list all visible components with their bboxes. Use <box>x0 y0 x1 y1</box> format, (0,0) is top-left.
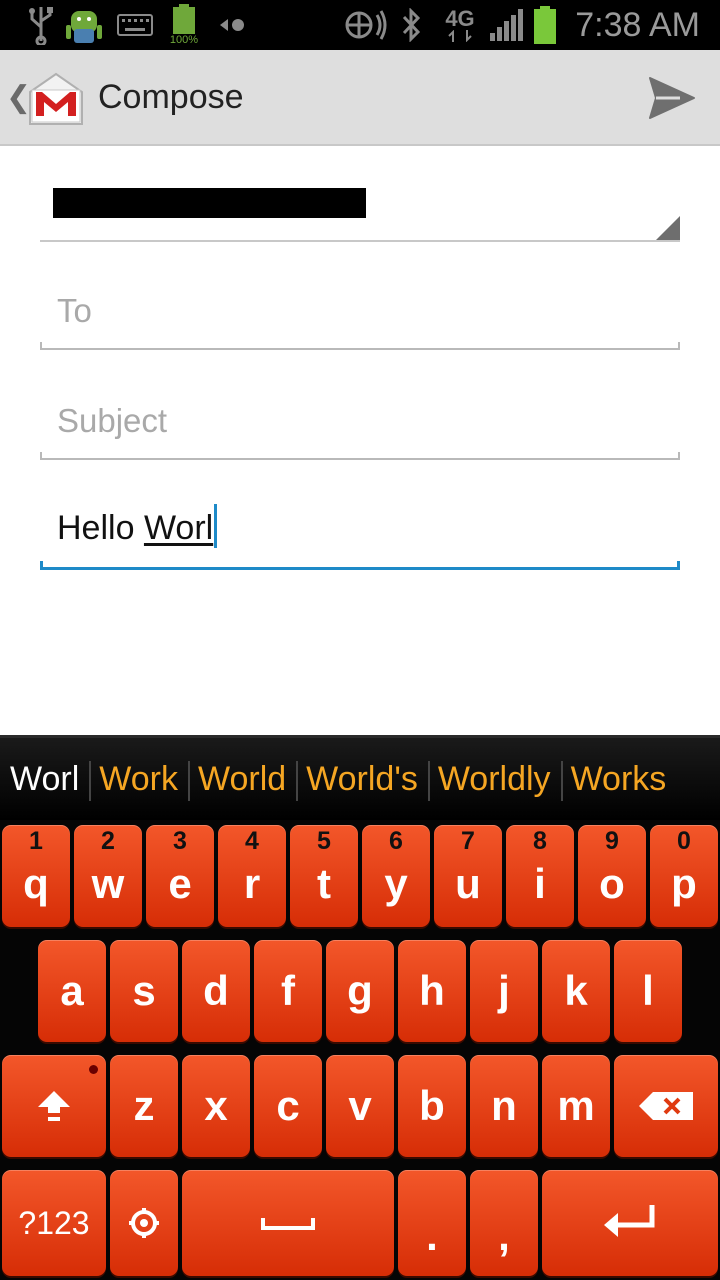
soft-keyboard: Worl Work World World's Worldly Works 1q… <box>0 735 720 1280</box>
subject-field[interactable]: Subject <box>40 390 680 460</box>
space-icon <box>261 1218 315 1230</box>
key-j[interactable]: j <box>470 940 538 1042</box>
key-a[interactable]: a <box>38 940 106 1042</box>
shift-key[interactable] <box>2 1055 106 1157</box>
body-text: Hello Worl <box>57 504 218 548</box>
send-icon[interactable] <box>646 72 698 124</box>
suggestion-item[interactable]: World <box>187 738 296 820</box>
composing-word: Worl <box>143 509 214 547</box>
comma-key[interactable]: , <box>470 1170 538 1276</box>
symbols-key[interactable]: ?123 <box>2 1170 106 1276</box>
suggestion-item[interactable]: Work <box>89 738 188 820</box>
text-cursor <box>214 504 218 548</box>
key-b[interactable]: b <box>398 1055 466 1157</box>
suggestion-item[interactable]: World's <box>296 738 428 820</box>
key-t[interactable]: 5t <box>290 825 358 927</box>
bluetooth-icon <box>398 0 424 50</box>
data-sync-icon <box>216 0 250 50</box>
key-q[interactable]: 1q <box>2 825 70 927</box>
body-field[interactable]: Hello Worl <box>40 500 680 570</box>
key-n[interactable]: n <box>470 1055 538 1157</box>
nfc-icon <box>340 0 390 50</box>
backspace-icon <box>639 1092 693 1120</box>
key-w[interactable]: 2w <box>74 825 142 927</box>
period-key[interactable]: . <box>398 1170 466 1276</box>
keyboard-icon <box>116 0 154 50</box>
signal-icon <box>488 0 524 50</box>
key-e[interactable]: 3e <box>146 825 214 927</box>
backspace-key[interactable] <box>614 1055 718 1157</box>
key-d[interactable]: d <box>182 940 250 1042</box>
clock: 7:38 AM <box>575 6 700 44</box>
settings-key[interactable] <box>110 1170 178 1276</box>
key-l[interactable]: l <box>614 940 682 1042</box>
space-key[interactable] <box>182 1170 394 1276</box>
key-k[interactable]: k <box>542 940 610 1042</box>
key-i[interactable]: 8i <box>506 825 574 927</box>
key-o[interactable]: 9o <box>578 825 646 927</box>
page-title: Compose <box>98 78 244 116</box>
battery-full-icon: 100% <box>166 0 202 50</box>
gmail-icon[interactable] <box>26 70 86 128</box>
shift-arrow-icon <box>38 1091 70 1121</box>
to-field[interactable]: To <box>40 280 680 350</box>
suggestion-item[interactable]: Works <box>560 738 677 820</box>
redacted-from-address <box>53 188 366 218</box>
key-h[interactable]: h <box>398 940 466 1042</box>
key-y[interactable]: 6y <box>362 825 430 927</box>
dropdown-triangle-icon <box>656 216 680 240</box>
4g-lte-icon: 4G <box>436 0 484 50</box>
suggestion-strip: Worl Work World World's Worldly Works <box>0 735 720 820</box>
key-p[interactable]: 0p <box>650 825 718 927</box>
action-bar: ❮ Compose <box>0 50 720 146</box>
shift-indicator-dot <box>89 1065 98 1074</box>
key-v[interactable]: v <box>326 1055 394 1157</box>
from-account-spinner[interactable] <box>40 170 680 242</box>
key-g[interactable]: g <box>326 940 394 1042</box>
settings-gear-icon <box>129 1208 159 1238</box>
key-z[interactable]: z <box>110 1055 178 1157</box>
key-x[interactable]: x <box>182 1055 250 1157</box>
status-bar: 100% 4G 7:38 AM <box>0 0 720 50</box>
subject-placeholder: Subject <box>57 402 168 439</box>
key-s[interactable]: s <box>110 940 178 1042</box>
android-icon <box>64 0 104 50</box>
battery-icon <box>530 0 560 50</box>
usb-icon <box>26 0 56 50</box>
key-m[interactable]: m <box>542 1055 610 1157</box>
enter-arrow-icon <box>604 1205 655 1237</box>
to-placeholder: To <box>57 292 92 329</box>
suggestion-item[interactable]: Worl <box>0 738 89 820</box>
key-r[interactable]: 4r <box>218 825 286 927</box>
suggestion-item[interactable]: Worldly <box>427 738 561 820</box>
key-u[interactable]: 7u <box>434 825 502 927</box>
key-f[interactable]: f <box>254 940 322 1042</box>
enter-key[interactable] <box>542 1170 718 1276</box>
key-c[interactable]: c <box>254 1055 322 1157</box>
